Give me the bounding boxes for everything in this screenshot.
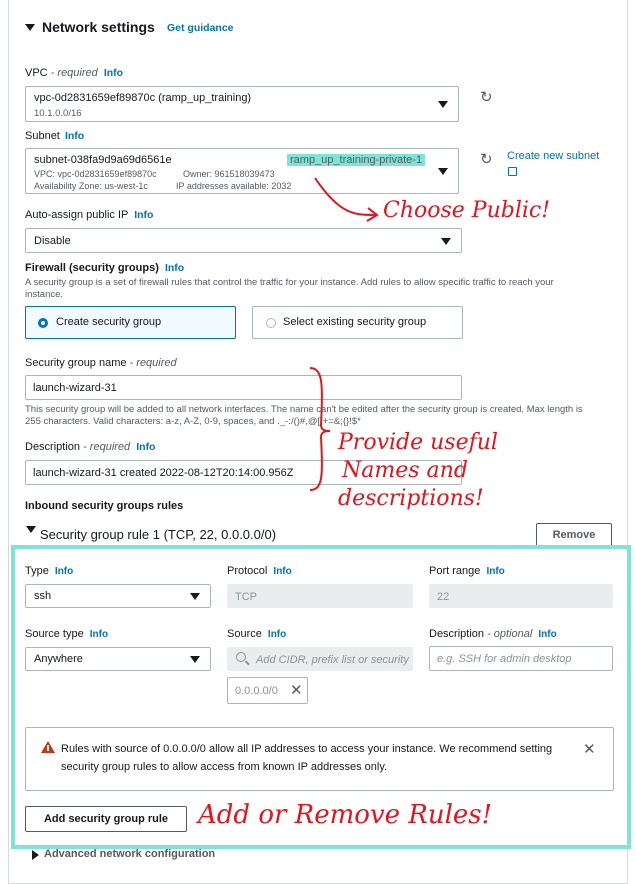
annotation-names-line-1: Provide useful bbox=[338, 430, 498, 455]
firewall-help-line-1: A security group is a set of firewall ru… bbox=[25, 277, 554, 288]
vpc-info-link[interactable]: Info bbox=[104, 67, 123, 79]
vpc-value: vpc-0d2831659ef89870c (ramp_up_training) bbox=[34, 92, 252, 104]
annotation-choose-public: Choose Public! bbox=[383, 198, 551, 223]
vpc-cidr: 10.1.0.0/16 bbox=[34, 108, 82, 119]
subnet-label: Subnet Info bbox=[25, 130, 85, 142]
public-ip-label: Auto-assign public IP Info bbox=[25, 209, 154, 221]
section-title: Network settings bbox=[42, 19, 155, 35]
create-sg-label: Create security group bbox=[56, 316, 162, 328]
firewall-label: Firewall (security groups) Info bbox=[25, 262, 185, 274]
get-guidance-link[interactable]: Get guidance bbox=[167, 22, 234, 34]
annotation-rules: Add or Remove Rules! bbox=[198, 800, 493, 830]
create-subnet-link[interactable]: Create new subnet bbox=[507, 150, 599, 162]
subnet-ips: IP addresses available: 2032 bbox=[176, 181, 292, 191]
existing-sg-radio[interactable] bbox=[266, 318, 276, 328]
inbound-rules-title: Inbound security groups rules bbox=[25, 500, 184, 512]
names-bracket bbox=[309, 367, 331, 491]
subnet-owner: Owner: 961518039473 bbox=[183, 169, 275, 179]
subnet-select[interactable]: subnet-038fa9d9a69d6561e ramp_up_trainin… bbox=[25, 148, 459, 194]
chevron-down-icon bbox=[438, 101, 448, 108]
public-ip-info-link[interactable]: Info bbox=[134, 209, 153, 221]
firewall-help-line-2: instance. bbox=[25, 289, 64, 300]
subnet-az: Availability Zone: us-west-1c bbox=[34, 181, 148, 191]
chevron-down-icon bbox=[438, 168, 448, 175]
annotation-names-line-3: descriptions! bbox=[338, 486, 484, 511]
subnet-name: ramp_up_training-private-1 bbox=[287, 154, 426, 166]
existing-sg-label: Select existing security group bbox=[283, 316, 427, 328]
sg-name-help-line-1: This security group will be added to all… bbox=[25, 404, 583, 415]
refresh-vpc-icon[interactable]: ↻ bbox=[480, 90, 493, 105]
collapse-caret-icon[interactable] bbox=[25, 24, 35, 31]
choose-public-arrow bbox=[314, 177, 379, 222]
expand-advanced-icon[interactable] bbox=[32, 850, 39, 860]
description-label: Description - required Info bbox=[25, 441, 156, 453]
chevron-down-icon bbox=[441, 237, 451, 245]
subnet-vpc: VPC: vpc-0d2831659ef89870c bbox=[34, 169, 157, 179]
public-ip-select[interactable]: Disable bbox=[25, 228, 462, 253]
public-ip-value: Disable bbox=[34, 235, 71, 247]
create-sg-radio[interactable] bbox=[38, 318, 48, 328]
sg-name-input[interactable]: launch-wizard-31 bbox=[25, 375, 462, 400]
subnet-info-link[interactable]: Info bbox=[65, 130, 84, 142]
subnet-id: subnet-038fa9d9a69d6561e bbox=[34, 154, 172, 166]
sg-name-label: Security group name - required bbox=[25, 357, 177, 369]
firewall-info-link[interactable]: Info bbox=[165, 262, 184, 274]
rule-title: Security group rule 1 (TCP, 22, 0.0.0.0/… bbox=[40, 527, 277, 542]
rule-collapse-caret-icon[interactable] bbox=[26, 526, 36, 533]
advanced-network-config[interactable]: Advanced network configuration bbox=[44, 848, 215, 860]
vpc-label: VPC - required Info bbox=[25, 67, 124, 79]
vpc-select[interactable]: vpc-0d2831659ef89870c (ramp_up_training)… bbox=[25, 86, 459, 122]
refresh-subnet-icon[interactable]: ↻ bbox=[480, 152, 493, 167]
annotation-names-line-2: Names and bbox=[342, 458, 468, 483]
description-info-link[interactable]: Info bbox=[136, 441, 155, 453]
external-link-icon[interactable] bbox=[508, 167, 517, 176]
